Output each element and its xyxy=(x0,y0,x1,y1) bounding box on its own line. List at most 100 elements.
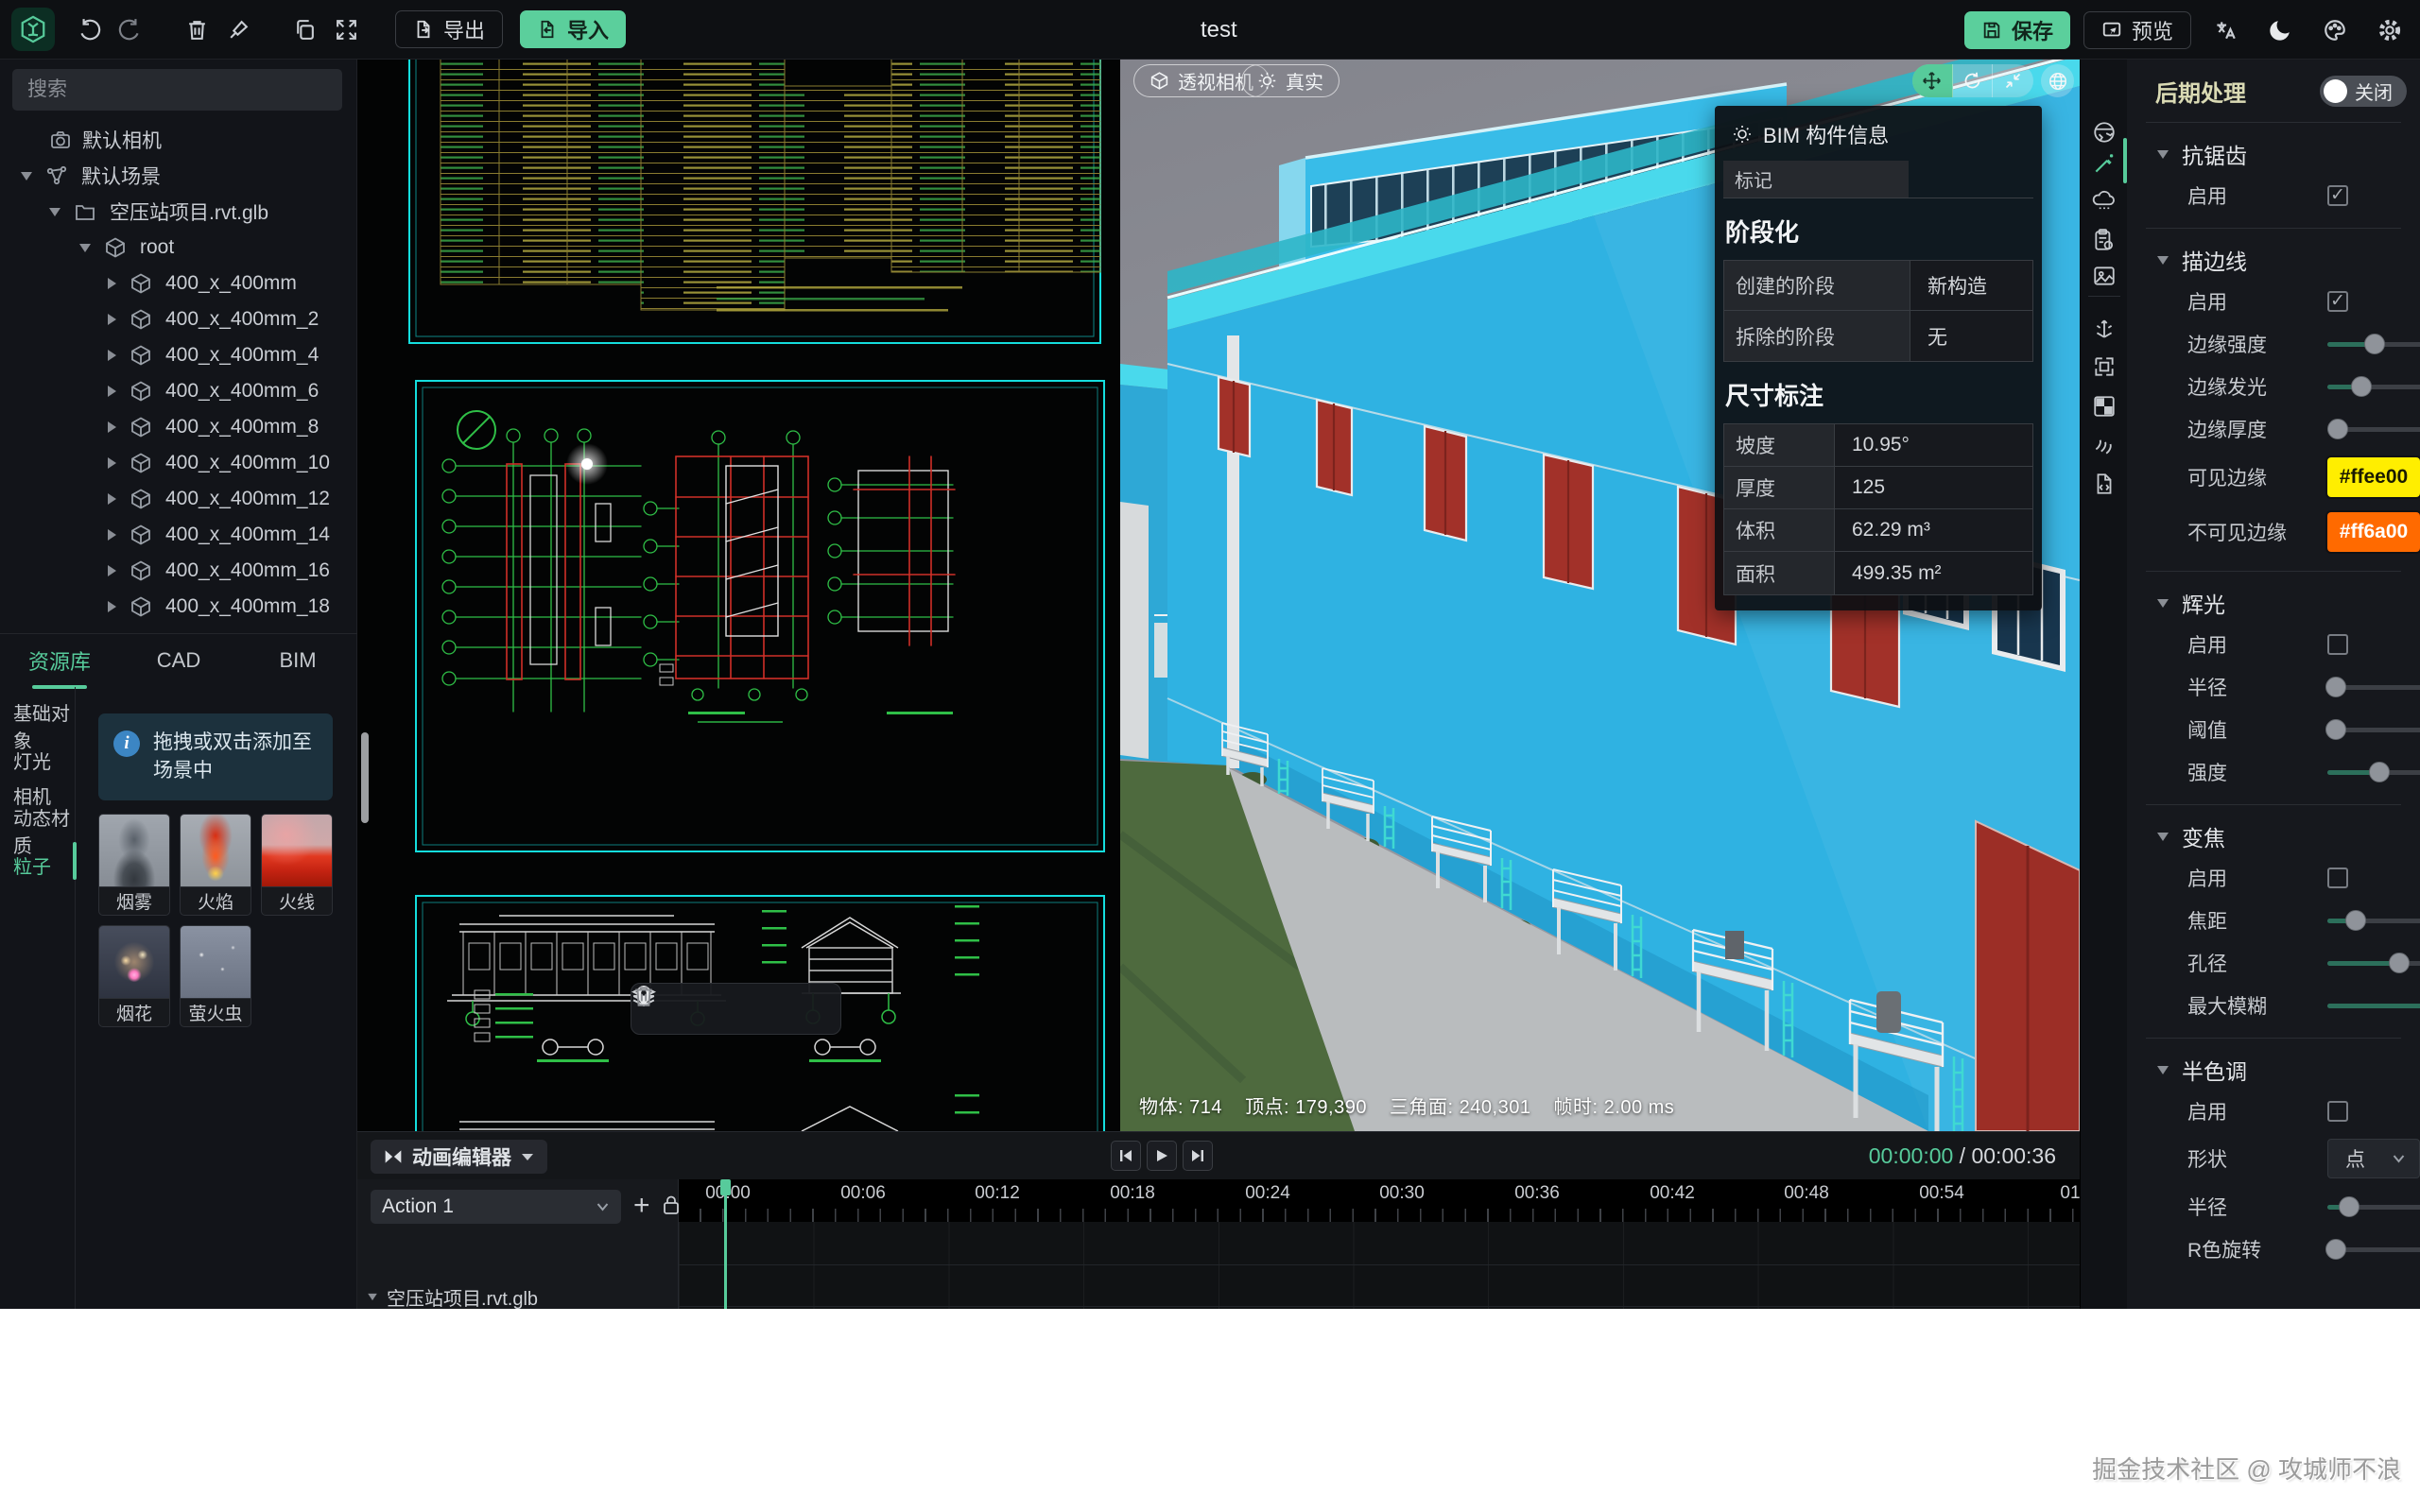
expand-arrow-icon[interactable] xyxy=(49,208,60,216)
category-basic-objects[interactable]: 基础对象 xyxy=(0,708,75,743)
timeline-lanes[interactable] xyxy=(679,1222,2080,1309)
app-logo-icon[interactable] xyxy=(11,8,55,51)
bloom-strength-slider[interactable] xyxy=(2327,762,2420,782)
edge-strength-slider[interactable] xyxy=(2327,334,2420,354)
lock-icon[interactable] xyxy=(662,1194,681,1220)
globe-view-button[interactable] xyxy=(2041,64,2074,97)
edge-thickness-slider[interactable] xyxy=(2327,419,2420,439)
tree-item-400mm[interactable]: 400_x_400mm xyxy=(0,266,357,301)
crop-icon[interactable] xyxy=(2088,351,2120,383)
rotate-tool-button[interactable] xyxy=(1953,64,1994,97)
transform-axis-icon[interactable] xyxy=(2088,313,2120,345)
fullscreen-button[interactable] xyxy=(325,9,367,50)
cad-scrollbar[interactable] xyxy=(361,732,369,823)
visible-edge-color-button[interactable]: #ffee00 xyxy=(2327,457,2420,497)
clipboard-icon[interactable] xyxy=(2088,224,2120,256)
play-button[interactable] xyxy=(1147,1141,1177,1171)
postprocess-toggle[interactable]: 关闭 xyxy=(2320,76,2407,107)
bloom-threshold-slider[interactable] xyxy=(2327,719,2420,740)
delete-button[interactable] xyxy=(176,9,217,50)
asset-firefly-thumbnail xyxy=(181,926,251,998)
tree-item-400mm-6[interactable]: 400_x_400mm_6 xyxy=(0,373,357,409)
trash-icon[interactable] xyxy=(631,984,656,1008)
environment-icon[interactable] xyxy=(2088,116,2120,148)
halftone-radius-slider[interactable] xyxy=(2327,1196,2420,1217)
copy-button[interactable] xyxy=(284,9,325,50)
import-button[interactable]: 导入 xyxy=(520,10,626,48)
cad-viewport[interactable] xyxy=(357,60,1120,1131)
collapse-arrow-icon[interactable] xyxy=(108,278,116,289)
expand-arrow-icon[interactable] xyxy=(21,172,32,180)
search-input[interactable] xyxy=(12,69,342,111)
tree-item-400mm-14[interactable]: 400_x_400mm_14 xyxy=(0,517,357,553)
weather-icon[interactable] xyxy=(2088,185,2120,217)
format-paint-button[interactable] xyxy=(217,9,259,50)
section-outline[interactable]: 描边线 xyxy=(2127,240,2420,280)
prev-frame-button[interactable] xyxy=(1111,1141,1141,1171)
render-mode-button[interactable]: 真实 xyxy=(1241,64,1340,97)
expand-arrow-icon[interactable] xyxy=(79,244,91,252)
asset-firefly[interactable]: 萤火虫 xyxy=(180,925,251,1027)
section-dof[interactable]: 变焦 xyxy=(2127,816,2420,856)
tree-item-400mm-4[interactable]: 400_x_400mm_4 xyxy=(0,337,357,373)
tree-item-400mm-2[interactable]: 400_x_400mm_2 xyxy=(0,301,357,337)
category-dynamic-materials[interactable]: 动态材质 xyxy=(0,813,75,848)
track-item-glb[interactable]: 空压站项目.rvt.glb xyxy=(367,1283,538,1309)
redo-button[interactable] xyxy=(110,9,151,50)
tab-bim[interactable]: BIM xyxy=(238,648,357,673)
collapse-view-button[interactable] xyxy=(1993,64,2033,97)
focal-slider[interactable] xyxy=(2327,910,2420,931)
outline-enable-checkbox[interactable]: ✓ xyxy=(2327,291,2348,312)
tree-item-default-scene[interactable]: 默认场景 xyxy=(0,158,357,194)
animation-editor-button[interactable]: 动画编辑器 xyxy=(371,1140,547,1174)
tree-item-400mm-10[interactable]: 400_x_400mm_10 xyxy=(0,445,357,481)
bloom-radius-slider[interactable] xyxy=(2327,677,2420,697)
tree-item-default-camera[interactable]: 默认相机 xyxy=(0,122,357,158)
section-halftone[interactable]: 半色调 xyxy=(2127,1050,2420,1090)
add-action-button[interactable]: + xyxy=(633,1191,650,1221)
scribble-icon[interactable] xyxy=(2088,428,2120,460)
asset-firework[interactable]: 烟花 xyxy=(98,925,170,1027)
file-code-icon[interactable] xyxy=(2088,468,2120,500)
action-select[interactable]: Action 1 xyxy=(371,1190,621,1224)
tree-item-400mm-8[interactable]: 400_x_400mm_8 xyxy=(0,409,357,445)
dof-enable-checkbox[interactable] xyxy=(2327,868,2348,888)
move-tool-button[interactable] xyxy=(1912,64,1953,97)
next-frame-button[interactable] xyxy=(1183,1141,1213,1171)
r-rotate-slider[interactable] xyxy=(2327,1239,2420,1260)
section-bloom[interactable]: 辉光 xyxy=(2127,583,2420,623)
asset-flame[interactable]: 火焰 xyxy=(180,814,251,916)
tree-item-root[interactable]: root xyxy=(0,230,357,266)
timeline-ruler[interactable]: 00:00 00:06 00:12 00:18 00:24 00:30 00:3… xyxy=(679,1179,2080,1222)
dark-mode-icon[interactable] xyxy=(2259,9,2301,51)
settings-gear-icon[interactable] xyxy=(2369,9,2411,51)
asset-smoke[interactable]: 烟雾 xyxy=(98,814,170,916)
halftone-enable-checkbox[interactable] xyxy=(2327,1101,2348,1122)
translate-icon[interactable] xyxy=(2204,9,2246,51)
undo-button[interactable] xyxy=(68,9,110,50)
tree-item-400mm-16[interactable]: 400_x_400mm_16 xyxy=(0,553,357,589)
section-antialias[interactable]: 抗锯齿 xyxy=(2127,134,2420,174)
bloom-enable-checkbox[interactable] xyxy=(2327,634,2348,655)
halftone-checker-icon[interactable] xyxy=(2088,390,2120,422)
tab-resource-library[interactable]: 资源库 xyxy=(0,645,119,676)
playhead[interactable] xyxy=(724,1179,727,1309)
postprocess-wand-icon[interactable] xyxy=(2088,147,2120,180)
edge-glow-slider[interactable] xyxy=(2327,376,2420,397)
theme-palette-icon[interactable] xyxy=(2314,9,2356,51)
viewport-3d[interactable]: 透视相机 真实 BIM 构件信息 标记 xyxy=(1120,60,2080,1131)
tab-cad[interactable]: CAD xyxy=(119,648,238,673)
tree-item-400mm-18[interactable]: 400_x_400mm_18 xyxy=(0,589,357,625)
asset-fireline[interactable]: 火线 xyxy=(261,814,333,916)
shape-dropdown[interactable]: 点 xyxy=(2327,1139,2420,1178)
export-button[interactable]: 导出 xyxy=(395,10,503,48)
image-icon[interactable] xyxy=(2088,260,2120,292)
aperture-slider[interactable] xyxy=(2327,953,2420,973)
aa-enable-checkbox[interactable]: ✓ xyxy=(2327,185,2348,206)
maxblur-slider[interactable] xyxy=(2327,995,2420,1016)
preview-button[interactable]: 预览 xyxy=(2083,11,2191,49)
save-button[interactable]: 保存 xyxy=(1964,11,2070,49)
hidden-edge-color-button[interactable]: #ff6a00 xyxy=(2327,512,2420,552)
tree-item-400mm-12[interactable]: 400_x_400mm_12 xyxy=(0,481,357,517)
tree-item-glb[interactable]: 空压站项目.rvt.glb xyxy=(0,194,357,230)
